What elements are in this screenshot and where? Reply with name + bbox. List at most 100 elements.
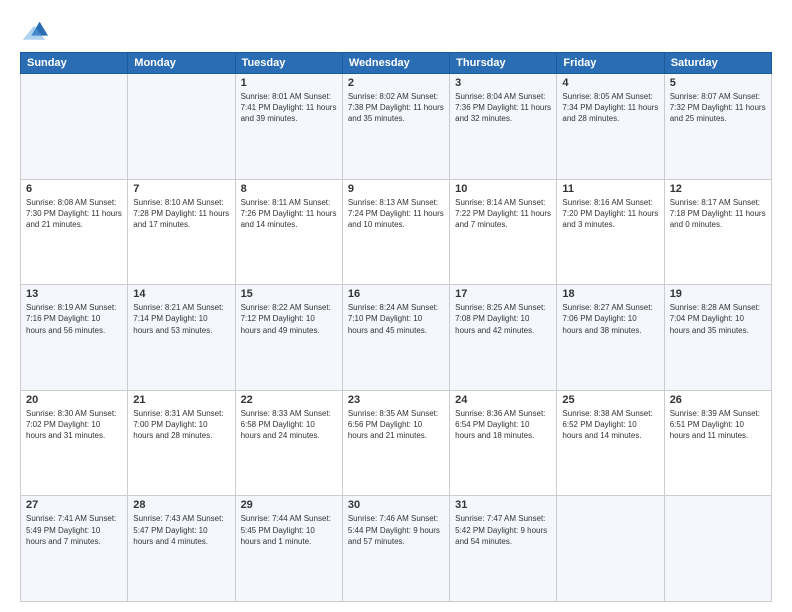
day-info: Sunrise: 8:38 AM Sunset: 6:52 PM Dayligh… <box>562 408 658 442</box>
calendar-cell: 24Sunrise: 8:36 AM Sunset: 6:54 PM Dayli… <box>450 390 557 496</box>
day-info: Sunrise: 8:35 AM Sunset: 6:56 PM Dayligh… <box>348 408 444 442</box>
day-number: 24 <box>455 394 551 406</box>
calendar-week-1: 1 Sunrise: 8:01 AM Sunset: 7:41 PM Daylig… <box>21 74 772 180</box>
day-info: Sunrise: 8:24 AM Sunset: 7:10 PM Dayligh… <box>348 302 444 336</box>
calendar-cell: 23 Sunrise: 8:35 AM Sunset: 6:56 PM Dayli… <box>342 390 449 496</box>
day-number: 15 <box>241 288 337 300</box>
calendar-week-5: 27 Sunrise: 7:41 AM Sunset: 5:49 PM Dayli… <box>21 496 772 602</box>
day-info: Sunrise: 8:33 AM Sunset: 6:58 PM Dayligh… <box>241 408 337 442</box>
weekday-header-saturday: Saturday <box>664 53 771 74</box>
calendar-cell <box>128 74 235 180</box>
day-number: 30 <box>348 499 444 511</box>
calendar-cell <box>557 496 664 602</box>
day-number: 7 <box>133 183 229 195</box>
day-number: 17 <box>455 288 551 300</box>
day-number: 18 <box>562 288 658 300</box>
day-number: 14 <box>133 288 229 300</box>
weekday-header-sunday: Sunday <box>21 53 128 74</box>
calendar-cell: 2 Sunrise: 8:02 AM Sunset: 7:38 PM Daylig… <box>342 74 449 180</box>
day-info: Sunrise: 8:02 AM Sunset: 7:38 PM Dayligh… <box>348 91 444 125</box>
day-number: 20 <box>26 394 122 406</box>
calendar-cell: 20Sunrise: 8:30 AM Sunset: 7:02 PM Dayli… <box>21 390 128 496</box>
day-info: Sunrise: 8:22 AM Sunset: 7:12 PM Dayligh… <box>241 302 337 336</box>
weekday-header-thursday: Thursday <box>450 53 557 74</box>
day-info: Sunrise: 8:11 AM Sunset: 7:26 PM Dayligh… <box>241 197 337 231</box>
day-number: 19 <box>670 288 766 300</box>
day-number: 1 <box>241 77 337 89</box>
calendar-cell: 29 Sunrise: 7:44 AM Sunset: 5:45 PM Dayli… <box>235 496 342 602</box>
day-number: 3 <box>455 77 551 89</box>
day-number: 10 <box>455 183 551 195</box>
day-info: Sunrise: 8:25 AM Sunset: 7:08 PM Dayligh… <box>455 302 551 336</box>
calendar-cell <box>21 74 128 180</box>
day-number: 8 <box>241 183 337 195</box>
day-number: 22 <box>241 394 337 406</box>
day-info: Sunrise: 8:04 AM Sunset: 7:36 PM Dayligh… <box>455 91 551 125</box>
day-info: Sunrise: 8:10 AM Sunset: 7:28 PM Dayligh… <box>133 197 229 231</box>
day-number: 9 <box>348 183 444 195</box>
day-number: 5 <box>670 77 766 89</box>
calendar-cell: 14 Sunrise: 8:21 AM Sunset: 7:14 PM Dayli… <box>128 285 235 391</box>
day-info: Sunrise: 7:44 AM Sunset: 5:45 PM Dayligh… <box>241 513 337 547</box>
logo-icon <box>20 16 48 44</box>
day-number: 25 <box>562 394 658 406</box>
calendar-cell: 18 Sunrise: 8:27 AM Sunset: 7:06 PM Dayli… <box>557 285 664 391</box>
day-number: 31 <box>455 499 551 511</box>
day-info: Sunrise: 8:27 AM Sunset: 7:06 PM Dayligh… <box>562 302 658 336</box>
calendar-cell: 26Sunrise: 8:39 AM Sunset: 6:51 PM Dayli… <box>664 390 771 496</box>
day-info: Sunrise: 7:43 AM Sunset: 5:47 PM Dayligh… <box>133 513 229 547</box>
weekday-header-monday: Monday <box>128 53 235 74</box>
calendar-cell: 11 Sunrise: 8:16 AM Sunset: 7:20 PM Dayli… <box>557 179 664 285</box>
day-number: 13 <box>26 288 122 300</box>
day-number: 23 <box>348 394 444 406</box>
calendar-cell: 27 Sunrise: 7:41 AM Sunset: 5:49 PM Dayli… <box>21 496 128 602</box>
day-number: 21 <box>133 394 229 406</box>
calendar-cell: 28 Sunrise: 7:43 AM Sunset: 5:47 PM Dayli… <box>128 496 235 602</box>
calendar-table: SundayMondayTuesdayWednesdayThursdayFrid… <box>20 52 772 602</box>
calendar-cell: 21 Sunrise: 8:31 AM Sunset: 7:00 PM Dayli… <box>128 390 235 496</box>
day-number: 12 <box>670 183 766 195</box>
day-info: Sunrise: 8:19 AM Sunset: 7:16 PM Dayligh… <box>26 302 122 336</box>
day-info: Sunrise: 8:01 AM Sunset: 7:41 PM Dayligh… <box>241 91 337 125</box>
calendar-cell: 30 Sunrise: 7:46 AM Sunset: 5:44 PM Dayli… <box>342 496 449 602</box>
day-number: 2 <box>348 77 444 89</box>
day-info: Sunrise: 7:47 AM Sunset: 5:42 PM Dayligh… <box>455 513 551 547</box>
calendar-cell: 4Sunrise: 8:05 AM Sunset: 7:34 PM Daylig… <box>557 74 664 180</box>
calendar-cell <box>664 496 771 602</box>
calendar-cell: 8 Sunrise: 8:11 AM Sunset: 7:26 PM Daylig… <box>235 179 342 285</box>
day-number: 28 <box>133 499 229 511</box>
calendar-week-3: 13 Sunrise: 8:19 AM Sunset: 7:16 PM Dayli… <box>21 285 772 391</box>
calendar-cell: 9 Sunrise: 8:13 AM Sunset: 7:24 PM Daylig… <box>342 179 449 285</box>
weekday-header-tuesday: Tuesday <box>235 53 342 74</box>
day-number: 16 <box>348 288 444 300</box>
calendar-cell: 31 Sunrise: 7:47 AM Sunset: 5:42 PM Dayli… <box>450 496 557 602</box>
weekday-header-friday: Friday <box>557 53 664 74</box>
day-number: 27 <box>26 499 122 511</box>
day-info: Sunrise: 8:28 AM Sunset: 7:04 PM Dayligh… <box>670 302 766 336</box>
calendar-week-4: 20Sunrise: 8:30 AM Sunset: 7:02 PM Dayli… <box>21 390 772 496</box>
calendar-cell: 17 Sunrise: 8:25 AM Sunset: 7:08 PM Dayli… <box>450 285 557 391</box>
day-number: 11 <box>562 183 658 195</box>
calendar-cell: 12 Sunrise: 8:17 AM Sunset: 7:18 PM Dayli… <box>664 179 771 285</box>
day-info: Sunrise: 8:31 AM Sunset: 7:00 PM Dayligh… <box>133 408 229 442</box>
day-info: Sunrise: 8:14 AM Sunset: 7:22 PM Dayligh… <box>455 197 551 231</box>
calendar-cell: 7 Sunrise: 8:10 AM Sunset: 7:28 PM Daylig… <box>128 179 235 285</box>
day-info: Sunrise: 8:05 AM Sunset: 7:34 PM Dayligh… <box>562 91 658 125</box>
day-info: Sunrise: 7:41 AM Sunset: 5:49 PM Dayligh… <box>26 513 122 547</box>
day-number: 6 <box>26 183 122 195</box>
day-number: 26 <box>670 394 766 406</box>
day-number: 29 <box>241 499 337 511</box>
calendar-cell: 10 Sunrise: 8:14 AM Sunset: 7:22 PM Dayli… <box>450 179 557 285</box>
logo <box>20 16 54 44</box>
day-info: Sunrise: 8:16 AM Sunset: 7:20 PM Dayligh… <box>562 197 658 231</box>
day-info: Sunrise: 8:21 AM Sunset: 7:14 PM Dayligh… <box>133 302 229 336</box>
calendar-cell: 25 Sunrise: 8:38 AM Sunset: 6:52 PM Dayli… <box>557 390 664 496</box>
day-info: Sunrise: 8:13 AM Sunset: 7:24 PM Dayligh… <box>348 197 444 231</box>
day-info: Sunrise: 7:46 AM Sunset: 5:44 PM Dayligh… <box>348 513 444 547</box>
calendar-cell: 22 Sunrise: 8:33 AM Sunset: 6:58 PM Dayli… <box>235 390 342 496</box>
day-info: Sunrise: 8:17 AM Sunset: 7:18 PM Dayligh… <box>670 197 766 231</box>
calendar-cell: 5Sunrise: 8:07 AM Sunset: 7:32 PM Daylig… <box>664 74 771 180</box>
calendar-cell: 6Sunrise: 8:08 AM Sunset: 7:30 PM Daylig… <box>21 179 128 285</box>
calendar-cell: 1 Sunrise: 8:01 AM Sunset: 7:41 PM Daylig… <box>235 74 342 180</box>
calendar-cell: 19 Sunrise: 8:28 AM Sunset: 7:04 PM Dayli… <box>664 285 771 391</box>
